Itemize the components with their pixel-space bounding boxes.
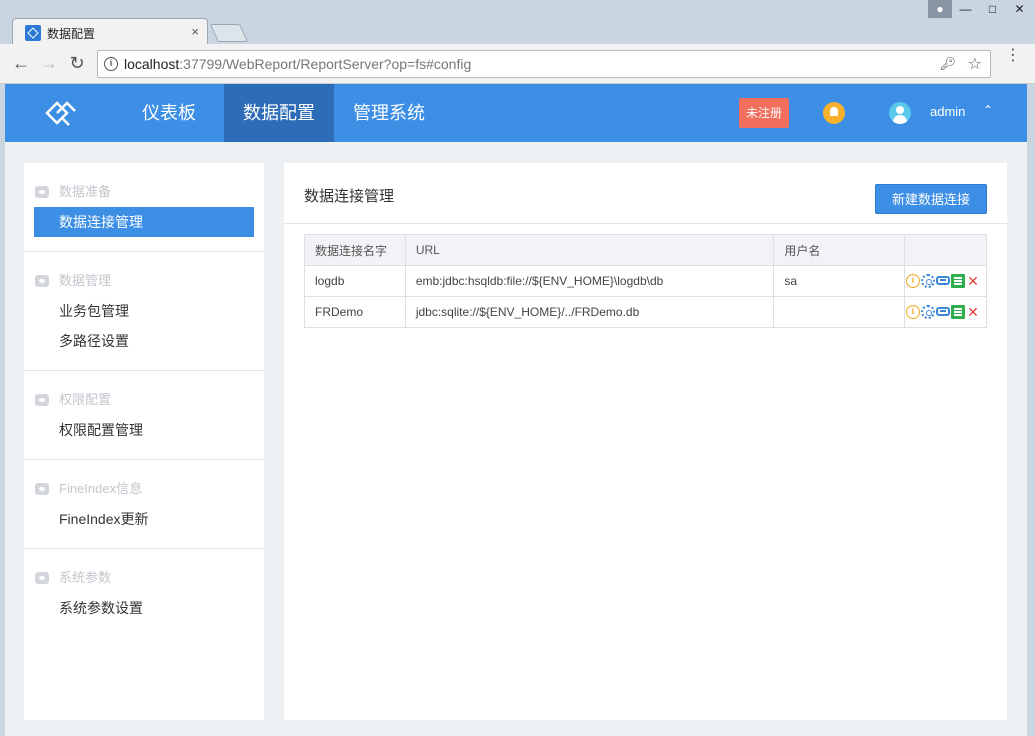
sidebar-group-permissions: 权限配置 权限配置管理 <box>24 371 264 460</box>
link-icon[interactable] <box>936 275 950 285</box>
folder-icon <box>35 394 49 406</box>
minimize-button[interactable]: — <box>952 0 979 18</box>
unregistered-badge[interactable]: 未注册 <box>739 98 789 128</box>
cell-username <box>773 296 905 328</box>
column-header-url: URL <box>404 234 775 266</box>
settings-icon[interactable] <box>921 305 935 320</box>
reload-icon[interactable]: ↻ <box>66 52 88 74</box>
main-panel: 数据连接管理 新建数据连接 数据连接名字 URL 用户名 logdb emb:j… <box>284 163 1007 720</box>
site-info-icon[interactable]: i <box>104 57 118 71</box>
sidebar-item-system-params-settings[interactable]: 系统参数设置 <box>34 593 254 623</box>
new-connection-button[interactable]: 新建数据连接 <box>875 184 987 214</box>
info-icon[interactable]: i <box>906 274 920 289</box>
column-header-name: 数据连接名字 <box>304 234 406 266</box>
address-bar[interactable]: i localhost:37799/WebReport/ReportServer… <box>97 50 991 78</box>
cell-connection-name: logdb <box>304 265 406 297</box>
key-icon[interactable]: 🔑︎ <box>939 56 956 72</box>
sidebar-group-data-management: 数据管理 业务包管理 多路径设置 <box>24 252 264 371</box>
nav-admin-system[interactable]: 管理系统 <box>343 84 435 142</box>
browser-menu-icon[interactable]: ⋮ <box>1005 48 1021 64</box>
delete-icon[interactable]: ✕ <box>966 274 980 288</box>
nav-data-config[interactable]: 数据配置 <box>224 84 334 142</box>
forward-arrow-icon[interactable]: → <box>38 52 60 74</box>
folder-icon <box>35 483 49 495</box>
divider <box>284 223 1007 224</box>
folder-icon <box>35 572 49 584</box>
tab-close-button[interactable]: × <box>191 24 199 39</box>
tab-title: 数据配置 <box>47 27 96 41</box>
sidebar-item-business-packages[interactable]: 业务包管理 <box>34 296 254 326</box>
browser-toolbar: ← → ↻ i localhost:37799/WebReport/Report… <box>0 44 1035 84</box>
maximize-button[interactable]: □ <box>979 0 1006 18</box>
url-text: localhost:37799/WebReport/ReportServer?o… <box>124 56 472 72</box>
sidebar-group-fineindex: FineIndex信息 FineIndex更新 <box>24 460 264 549</box>
sidebar-item-data-connections[interactable]: 数据连接管理 <box>34 207 254 237</box>
cell-connection-url: jdbc:sqlite://${ENV_HOME}/../FRDemo.db <box>404 296 775 328</box>
delete-icon[interactable]: ✕ <box>966 305 980 319</box>
browser-tabstrip: 数据配置 × ● — □ ✕ <box>0 0 1035 46</box>
folder-icon <box>35 186 49 198</box>
folder-icon <box>35 275 49 287</box>
sidebar-item-permission-management[interactable]: 权限配置管理 <box>34 415 254 445</box>
window-controls: ● — □ ✕ <box>928 0 1033 18</box>
column-header-username: 用户名 <box>773 234 905 266</box>
row-actions: i ✕ <box>904 265 987 297</box>
notification-bell-icon[interactable] <box>823 102 845 124</box>
app-favicon-icon <box>25 25 41 41</box>
close-window-button[interactable]: ✕ <box>1006 0 1033 18</box>
sidebar: 数据准备 数据连接管理 数据管理 业务包管理 多路径设置 权限配置 权限配置管理… <box>24 163 264 720</box>
sidebar-item-fineindex-update[interactable]: FineIndex更新 <box>34 504 254 534</box>
sidebar-group-title: 数据准备 <box>24 177 264 207</box>
username[interactable]: admin <box>930 104 965 119</box>
avatar[interactable] <box>889 102 911 124</box>
copy-icon[interactable] <box>951 274 965 289</box>
settings-icon[interactable] <box>921 274 935 289</box>
row-actions: i ✕ <box>904 296 987 328</box>
chevron-up-icon[interactable]: ⌃ <box>983 103 993 117</box>
app-header: 仪表板 数据配置 管理系统 未注册 admin ⌃ <box>5 84 1027 142</box>
sidebar-group-title: FineIndex信息 <box>24 474 264 504</box>
link-icon[interactable] <box>936 306 950 316</box>
table-row: FRDemo jdbc:sqlite://${ENV_HOME}/../FRDe… <box>304 296 987 328</box>
cell-connection-url: emb:jdbc:hsqldb:file://${ENV_HOME}\logdb… <box>404 265 775 297</box>
sidebar-group-title: 权限配置 <box>24 385 264 415</box>
cell-username: sa <box>773 265 905 297</box>
connections-table: 数据连接名字 URL 用户名 logdb emb:jdbc:hsqldb:fil… <box>304 234 987 328</box>
table-header-row: 数据连接名字 URL 用户名 <box>304 234 987 266</box>
app-logo-icon[interactable] <box>43 98 77 128</box>
table-row: logdb emb:jdbc:hsqldb:file://${ENV_HOME}… <box>304 265 987 297</box>
sidebar-group-system-params: 系统参数 系统参数设置 <box>24 549 264 637</box>
cell-connection-name: FRDemo <box>304 296 406 328</box>
back-arrow-icon[interactable]: ← <box>10 52 32 74</box>
new-tab-button[interactable] <box>209 24 249 42</box>
column-header-actions <box>904 234 987 266</box>
info-icon[interactable]: i <box>906 305 920 320</box>
sidebar-item-multipath[interactable]: 多路径设置 <box>34 326 254 356</box>
browser-tab[interactable]: 数据配置 × <box>12 18 208 46</box>
page-title: 数据连接管理 <box>304 188 395 205</box>
bookmark-star-icon[interactable]: ☆ <box>968 54 982 74</box>
nav-dashboard[interactable]: 仪表板 <box>123 84 215 142</box>
profile-icon[interactable]: ● <box>928 0 952 18</box>
sidebar-group-title: 数据管理 <box>24 266 264 296</box>
copy-icon[interactable] <box>951 305 965 320</box>
sidebar-group-data-prep: 数据准备 数据连接管理 <box>24 163 264 252</box>
sidebar-group-title: 系统参数 <box>24 563 264 593</box>
